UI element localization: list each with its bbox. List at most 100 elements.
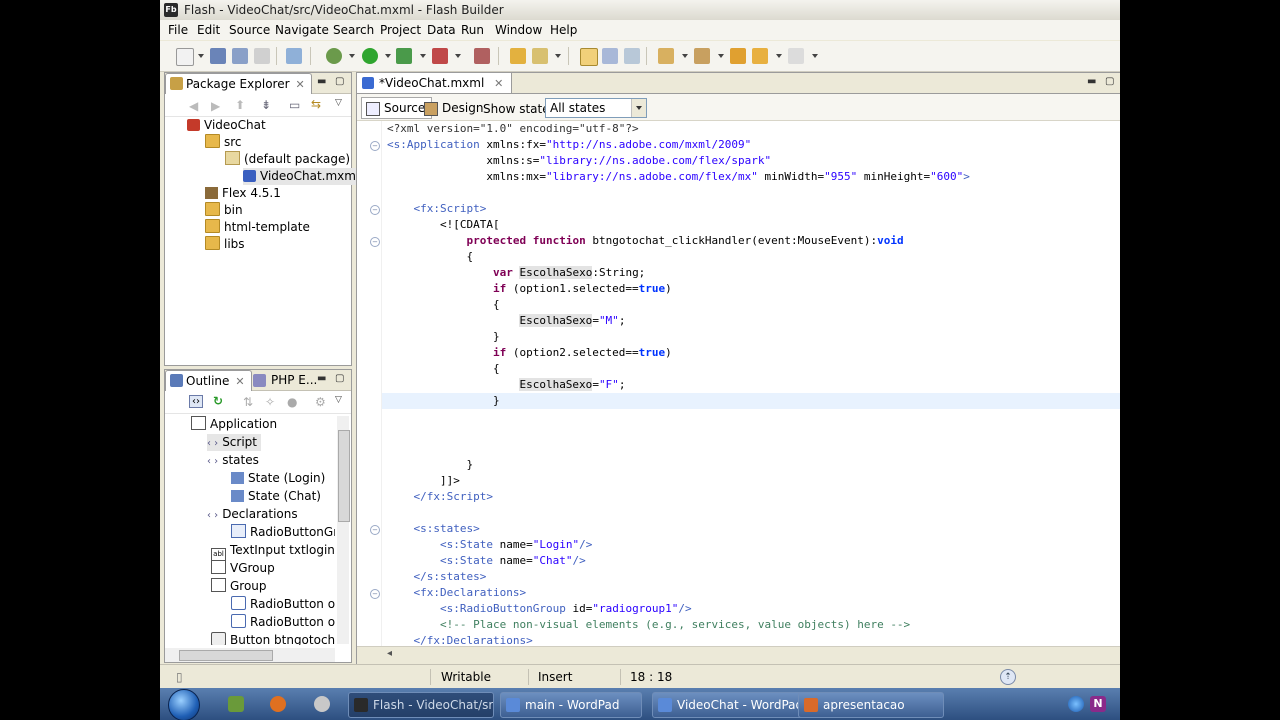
menu-source[interactable]: Source xyxy=(229,23,270,37)
view-menu-icon[interactable]: ▽ xyxy=(335,98,342,108)
outline-item-vgroup[interactable]: VGroup xyxy=(211,560,275,577)
filter-icon[interactable]: ⚙ xyxy=(315,395,326,409)
debug-dropdown-icon[interactable] xyxy=(349,54,355,58)
outline-item-radiobutton-2[interactable]: RadioButton opt xyxy=(231,614,335,631)
tree-item-src[interactable]: src xyxy=(205,134,242,151)
forward-icon[interactable] xyxy=(788,48,804,64)
design-mode-button[interactable]: Design xyxy=(419,97,490,119)
run-icon[interactable] xyxy=(362,48,378,64)
external-tools-dropdown-icon[interactable] xyxy=(455,54,461,58)
hide-static-icon[interactable]: ● xyxy=(287,395,297,409)
tree-item-videochat[interactable]: VideoChat xyxy=(187,117,266,134)
scrollbar-thumb[interactable] xyxy=(179,650,273,661)
maximize-icon[interactable]: ▢ xyxy=(1105,76,1114,87)
next-annotation-icon[interactable] xyxy=(658,48,674,64)
outline-item-radiobutton-1[interactable]: RadioButton opt xyxy=(231,596,335,613)
minimize-icon[interactable]: ▬ xyxy=(317,76,326,87)
progress-indicator-icon[interactable]: ⇡ xyxy=(1000,669,1016,685)
outline-item-textinput[interactable]: abl TextInput txtlogin xyxy=(211,542,335,562)
outline-item-group[interactable]: Group xyxy=(211,578,267,595)
open-type-icon[interactable] xyxy=(510,48,526,64)
previous-annotation-icon[interactable] xyxy=(694,48,710,64)
forward-icon[interactable]: ▶ xyxy=(211,99,220,113)
profile-dropdown-icon[interactable] xyxy=(420,54,426,58)
menu-search[interactable]: Search xyxy=(333,23,374,37)
scrollbar-thumb[interactable] xyxy=(338,430,350,522)
search-dropdown-icon[interactable] xyxy=(555,54,561,58)
maximize-icon[interactable]: ▢ xyxy=(335,76,344,87)
save-icon[interactable] xyxy=(210,48,226,64)
run-dropdown-icon[interactable] xyxy=(385,54,391,58)
external-tools-icon[interactable] xyxy=(432,48,448,64)
tree-item-libs[interactable]: libs xyxy=(205,236,245,253)
terminate-icon[interactable] xyxy=(474,48,490,64)
firefox-icon[interactable] xyxy=(270,696,286,712)
source-view-icon[interactable]: ‹› xyxy=(189,395,203,408)
code-area[interactable]: <?xml version="1.0" encoding="utf-8"?> <… xyxy=(382,121,1120,646)
menu-window[interactable]: Window xyxy=(495,23,542,37)
outline-item-state-chat[interactable]: State (Chat) xyxy=(231,488,321,505)
outline-item-script[interactable]: ‹ › Script xyxy=(207,434,261,451)
menu-run[interactable]: Run xyxy=(461,23,484,37)
previous-annotation-dropdown-icon[interactable] xyxy=(718,54,724,58)
taskbar-wordpad-main[interactable]: main - WordPad xyxy=(500,692,642,718)
last-edit-location-icon[interactable] xyxy=(730,48,746,64)
outline-item-radiobuttongroup[interactable]: RadioButtonGrou xyxy=(231,524,335,541)
new-icon[interactable] xyxy=(176,48,194,66)
tree-item-default-package[interactable]: (default package) xyxy=(225,151,350,168)
fold-icon[interactable]: − xyxy=(370,525,380,535)
hide-fields-icon[interactable]: ✧ xyxy=(265,395,275,409)
close-icon[interactable]: ✕ xyxy=(296,78,305,91)
menu-help[interactable]: Help xyxy=(550,23,577,37)
hp-icon[interactable] xyxy=(228,696,244,712)
new-dropdown-icon[interactable] xyxy=(198,54,204,58)
minimize-icon[interactable]: ▬ xyxy=(317,373,326,384)
tree-item-videochat-mxml[interactable]: VideoChat.mxml xyxy=(243,168,360,185)
save-all-icon[interactable] xyxy=(232,48,248,64)
settings-icon[interactable] xyxy=(314,696,330,712)
tab-videochat-mxml[interactable]: *VideoChat.mxml ✕ xyxy=(357,73,513,93)
profile-icon[interactable] xyxy=(396,48,412,64)
show-whitespace-icon[interactable] xyxy=(624,48,640,64)
taskbar-flash-builder[interactable]: Flash - VideoChat/sr... xyxy=(348,692,494,718)
up-icon[interactable]: ⬆ xyxy=(235,98,245,112)
block-selection-icon[interactable] xyxy=(602,48,618,64)
editor-horizontal-scrollbar[interactable]: ◂ xyxy=(357,646,1120,664)
compile-icon[interactable] xyxy=(286,48,302,64)
outline-item-application[interactable]: Application xyxy=(191,416,277,433)
close-icon[interactable]: ✕ xyxy=(235,375,244,388)
show-state-select[interactable]: All states xyxy=(545,98,647,118)
fold-icon[interactable]: − xyxy=(370,237,380,247)
menu-data[interactable]: Data xyxy=(427,23,456,37)
back-icon[interactable]: ◀ xyxy=(189,99,198,113)
onenote-icon[interactable]: N xyxy=(1090,696,1106,712)
close-icon[interactable]: ✕ xyxy=(494,77,503,90)
start-button[interactable] xyxy=(168,689,200,720)
outline-vertical-scrollbar[interactable] xyxy=(337,416,350,644)
refresh-icon[interactable]: ↻ xyxy=(213,394,223,408)
outline-horizontal-scrollbar[interactable] xyxy=(165,648,335,662)
outline-item-states[interactable]: ‹ › states xyxy=(207,452,259,469)
network-icon[interactable] xyxy=(1068,696,1084,712)
collapse-all-icon[interactable]: ⇟ xyxy=(261,98,271,112)
fold-icon[interactable]: − xyxy=(370,141,380,151)
link-with-editor-icon[interactable]: ⇆ xyxy=(311,97,321,111)
scroll-left-icon[interactable]: ◂ xyxy=(387,648,392,659)
fold-icon[interactable]: − xyxy=(370,205,380,215)
view-menu-icon[interactable]: ▽ xyxy=(335,395,342,405)
outline-item-declarations[interactable]: ‹ › Declarations xyxy=(207,506,298,523)
outline-item-state-login[interactable]: State (Login) xyxy=(231,470,325,487)
search-icon[interactable] xyxy=(532,48,548,64)
sort-icon[interactable]: ⇅ xyxy=(243,395,253,409)
fold-icon[interactable]: − xyxy=(370,589,380,599)
tab-outline[interactable]: Outline ✕ xyxy=(165,370,252,391)
back-icon[interactable] xyxy=(752,48,768,64)
maximize-icon[interactable]: ▢ xyxy=(335,373,344,384)
tree-item-flex-sdk[interactable]: Flex 4.5.1 xyxy=(205,185,281,202)
taskbar-wordpad-videochat[interactable]: VideoChat - WordPad xyxy=(652,692,818,718)
tab-php-explorer[interactable]: PHP E... xyxy=(253,373,317,387)
menu-navigate[interactable]: Navigate xyxy=(275,23,329,37)
tab-package-explorer[interactable]: Package Explorer ✕ xyxy=(165,73,312,94)
mark-occurrences-icon[interactable] xyxy=(580,48,598,66)
outline-item-button[interactable]: Button btngotochat xyxy=(211,632,335,645)
